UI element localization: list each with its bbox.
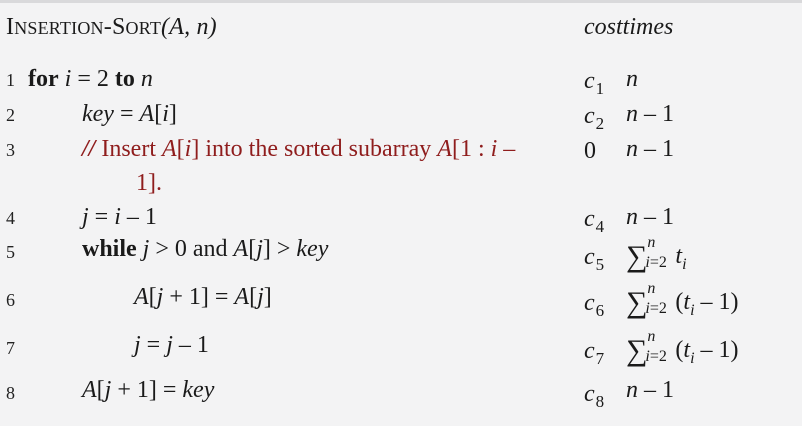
line-number: 4 <box>6 208 15 228</box>
line-number: 8 <box>6 383 15 403</box>
times-cell: n – 1 <box>626 136 674 162</box>
top-rule <box>0 0 802 3</box>
code-line-2: 2 key = A[i] c2 n – 1 <box>0 101 802 133</box>
comment-continuation: 1]. <box>136 170 162 196</box>
cost-cell: c4 <box>584 206 605 236</box>
summation-symbol: ∑ <box>626 334 648 367</box>
cost-cell: c8 <box>584 381 605 411</box>
comment-text: // Insert A[i] into the sorted subarray … <box>82 136 516 162</box>
line-number: 3 <box>6 140 15 160</box>
code-text: A[j + 1] = A[j] <box>134 284 272 310</box>
times-cell: n – 1 <box>626 377 674 403</box>
summation-symbol: ∑ <box>626 286 648 319</box>
cost-cell: c5 <box>584 244 605 274</box>
cost-cell: c6 <box>584 290 605 320</box>
procedure-args: (A, n) <box>161 14 217 40</box>
code-text: for i = 2 to n <box>28 66 153 92</box>
code-line-3: 3 // Insert A[i] into the sorted subarra… <box>0 136 802 200</box>
code-line-4: 4 j = i – 1 c4 n – 1 <box>0 204 802 236</box>
times-cell: n <box>626 66 638 92</box>
cost-cell: 0 <box>584 138 596 164</box>
cost-cell: c2 <box>584 103 605 133</box>
code-line-7: 7 j = j – 1 c7 ∑ n i=2 (ti – 1) <box>0 328 802 368</box>
times-cell: n – 1 <box>626 204 674 230</box>
line-number: 6 <box>6 290 15 310</box>
code-text: j = i – 1 <box>82 204 157 230</box>
code-text: j = j – 1 <box>134 332 209 358</box>
code-line-5: 5 while j > 0 and A[j] > key c5 ∑ n i=2 ti <box>0 234 802 274</box>
summation-cell: ∑ n i=2 (ti – 1) <box>626 328 739 367</box>
summation-cell: ∑ n i=2 (ti – 1) <box>626 280 739 319</box>
column-header: costtimes <box>584 14 674 40</box>
procedure-title: INSERTION-SORT(A, n) <box>6 14 217 40</box>
code-line-8: 8 A[j + 1] = key c8 n – 1 <box>0 377 802 411</box>
line-number: 1 <box>6 70 15 90</box>
times-cell: n – 1 <box>626 101 674 127</box>
line-number: 7 <box>6 338 15 358</box>
code-line-1: 1 for i = 2 to n c1 n <box>0 66 802 98</box>
comment-marker: // <box>82 136 96 162</box>
code-text: while j > 0 and A[j] > key <box>82 236 329 262</box>
summation-symbol: ∑ <box>626 240 648 273</box>
cost-cell: c1 <box>584 68 605 98</box>
code-text: A[j + 1] = key <box>82 377 215 403</box>
code-line-6: 6 A[j + 1] = A[j] c6 ∑ n i=2 (ti – 1) <box>0 280 802 320</box>
line-number: 5 <box>6 242 15 262</box>
code-text: key = A[i] <box>82 101 177 127</box>
summation-cell: ∑ n i=2 ti <box>626 234 687 273</box>
line-number: 2 <box>6 105 15 125</box>
cost-cell: c7 <box>584 338 605 368</box>
